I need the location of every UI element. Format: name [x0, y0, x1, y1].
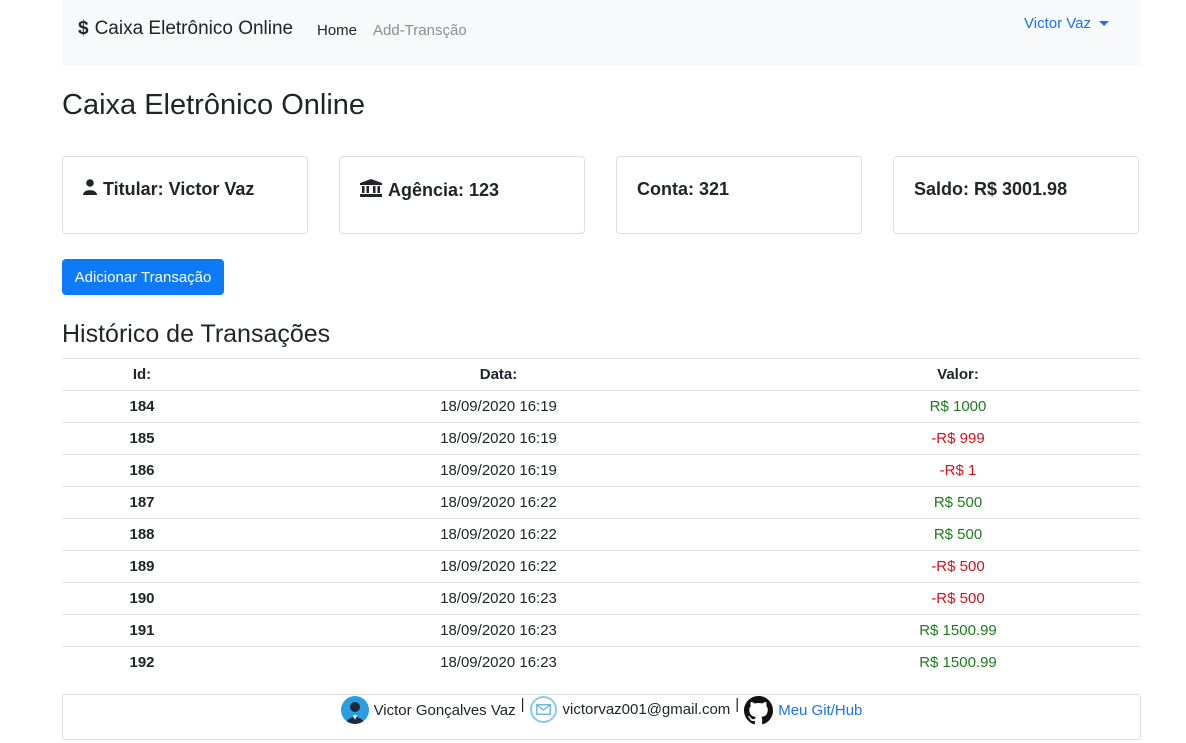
table-row: 190 18/09/2020 16:23 -R$ 500 — [62, 582, 1141, 615]
avatar-icon — [340, 696, 369, 724]
cell-data: 18/09/2020 16:23 — [222, 646, 775, 678]
footer-email[interactable]: victorvaz001@gmail.com — [529, 696, 731, 723]
table-row: 191 18/09/2020 16:23 R$ 1500.99 — [62, 614, 1141, 647]
header-data: Data: — [222, 358, 775, 391]
table-row: 184 18/09/2020 16:19 R$ 1000 — [62, 390, 1141, 423]
cell-data: 18/09/2020 16:23 — [222, 614, 775, 647]
history-title: Histórico de Transações — [62, 320, 331, 348]
cell-valor: R$ 500 — [775, 486, 1141, 519]
cell-data: 18/09/2020 16:23 — [222, 582, 775, 615]
cell-valor: R$ 1500.99 — [775, 646, 1141, 678]
cell-data: 18/09/2020 16:22 — [222, 518, 775, 551]
user-dropdown[interactable]: Victor Vaz — [1024, 15, 1109, 32]
footer-author: Victor Gonçalves Vaz — [340, 696, 516, 724]
card-agencia: Agência: 123 — [339, 156, 585, 234]
cell-data: 18/09/2020 16:22 — [222, 550, 775, 583]
table-row: 189 18/09/2020 16:22 -R$ 500 — [62, 550, 1141, 583]
cell-id: 188 — [62, 518, 222, 551]
cell-data: 18/09/2020 16:19 — [222, 422, 775, 455]
navbar: $ Caixa Eletrônico Online Home Add-Trans… — [62, 0, 1141, 66]
user-icon — [83, 179, 97, 200]
bank-icon — [360, 179, 382, 202]
brand-label: Caixa Eletrônico Online — [94, 18, 294, 39]
user-name: Victor Vaz — [1024, 15, 1091, 32]
table-row: 186 18/09/2020 16:19 -R$ 1 — [62, 454, 1141, 487]
card-saldo: Saldo: R$ 3001.98 — [893, 156, 1139, 234]
saldo-text: Saldo: R$ 3001.98 — [914, 179, 1068, 199]
table-row: 192 18/09/2020 16:23 R$ 1500.99 — [62, 646, 1141, 678]
header-id: Id: — [62, 358, 222, 391]
cell-id: 184 — [62, 390, 222, 423]
cell-id: 192 — [62, 646, 222, 678]
cell-id: 187 — [62, 486, 222, 519]
email-text: victorvaz001@gmail.com — [562, 701, 731, 718]
conta-text: Conta: 321 — [637, 179, 730, 199]
page-title: Caixa Eletrônico Online — [62, 89, 366, 121]
cell-id: 186 — [62, 454, 222, 487]
cell-data: 18/09/2020 16:22 — [222, 486, 775, 519]
nav-home-link[interactable]: Home — [317, 22, 357, 39]
table-header-row: Id: Data: Valor: — [62, 358, 1141, 391]
cell-valor: -R$ 999 — [775, 422, 1141, 455]
cell-data: 18/09/2020 16:19 — [222, 390, 775, 423]
cell-valor: -R$ 1 — [775, 454, 1141, 487]
header-valor: Valor: — [775, 358, 1141, 391]
cell-id: 191 — [62, 614, 222, 647]
mail-icon — [529, 696, 557, 723]
footer-github[interactable]: Meu Git/Hub — [744, 696, 862, 725]
card-conta: Conta: 321 — [616, 156, 862, 234]
cell-id: 189 — [62, 550, 222, 583]
dollar-icon: $ — [78, 18, 89, 39]
cell-valor: R$ 500 — [775, 518, 1141, 551]
titular-text: Titular: Victor Vaz — [103, 179, 255, 199]
table-row: 188 18/09/2020 16:22 R$ 500 — [62, 518, 1141, 551]
cell-data: 18/09/2020 16:19 — [222, 454, 775, 487]
cell-id: 185 — [62, 422, 222, 455]
transactions-table: Id: Data: Valor: 184 18/09/2020 16:19 R$… — [62, 358, 1141, 678]
table-row: 187 18/09/2020 16:22 R$ 500 — [62, 486, 1141, 519]
footer: Victor Gonçalves Vaz | victorvaz001@gmai… — [62, 694, 1141, 740]
separator: | — [520, 696, 525, 713]
separator: | — [735, 696, 740, 713]
cell-valor: -R$ 500 — [775, 550, 1141, 583]
add-transaction-button[interactable]: Adicionar Transação — [62, 259, 224, 295]
github-icon — [744, 696, 774, 725]
github-link[interactable]: Meu Git/Hub — [778, 702, 862, 719]
cell-id: 190 — [62, 582, 222, 615]
table-row: 185 18/09/2020 16:19 -R$ 999 — [62, 422, 1141, 455]
agencia-text: Agência: 123 — [388, 180, 500, 200]
nav-add-transaction-link[interactable]: Add-Transção — [373, 22, 467, 39]
card-titular: Titular: Victor Vaz — [62, 156, 308, 234]
author-name: Victor Gonçalves Vaz — [373, 701, 516, 719]
caret-down-icon — [1098, 21, 1109, 26]
navbar-brand[interactable]: $ Caixa Eletrônico Online — [78, 18, 293, 40]
cell-valor: -R$ 500 — [775, 582, 1141, 615]
cell-valor: R$ 1000 — [775, 390, 1141, 423]
cell-valor: R$ 1500.99 — [775, 614, 1141, 647]
